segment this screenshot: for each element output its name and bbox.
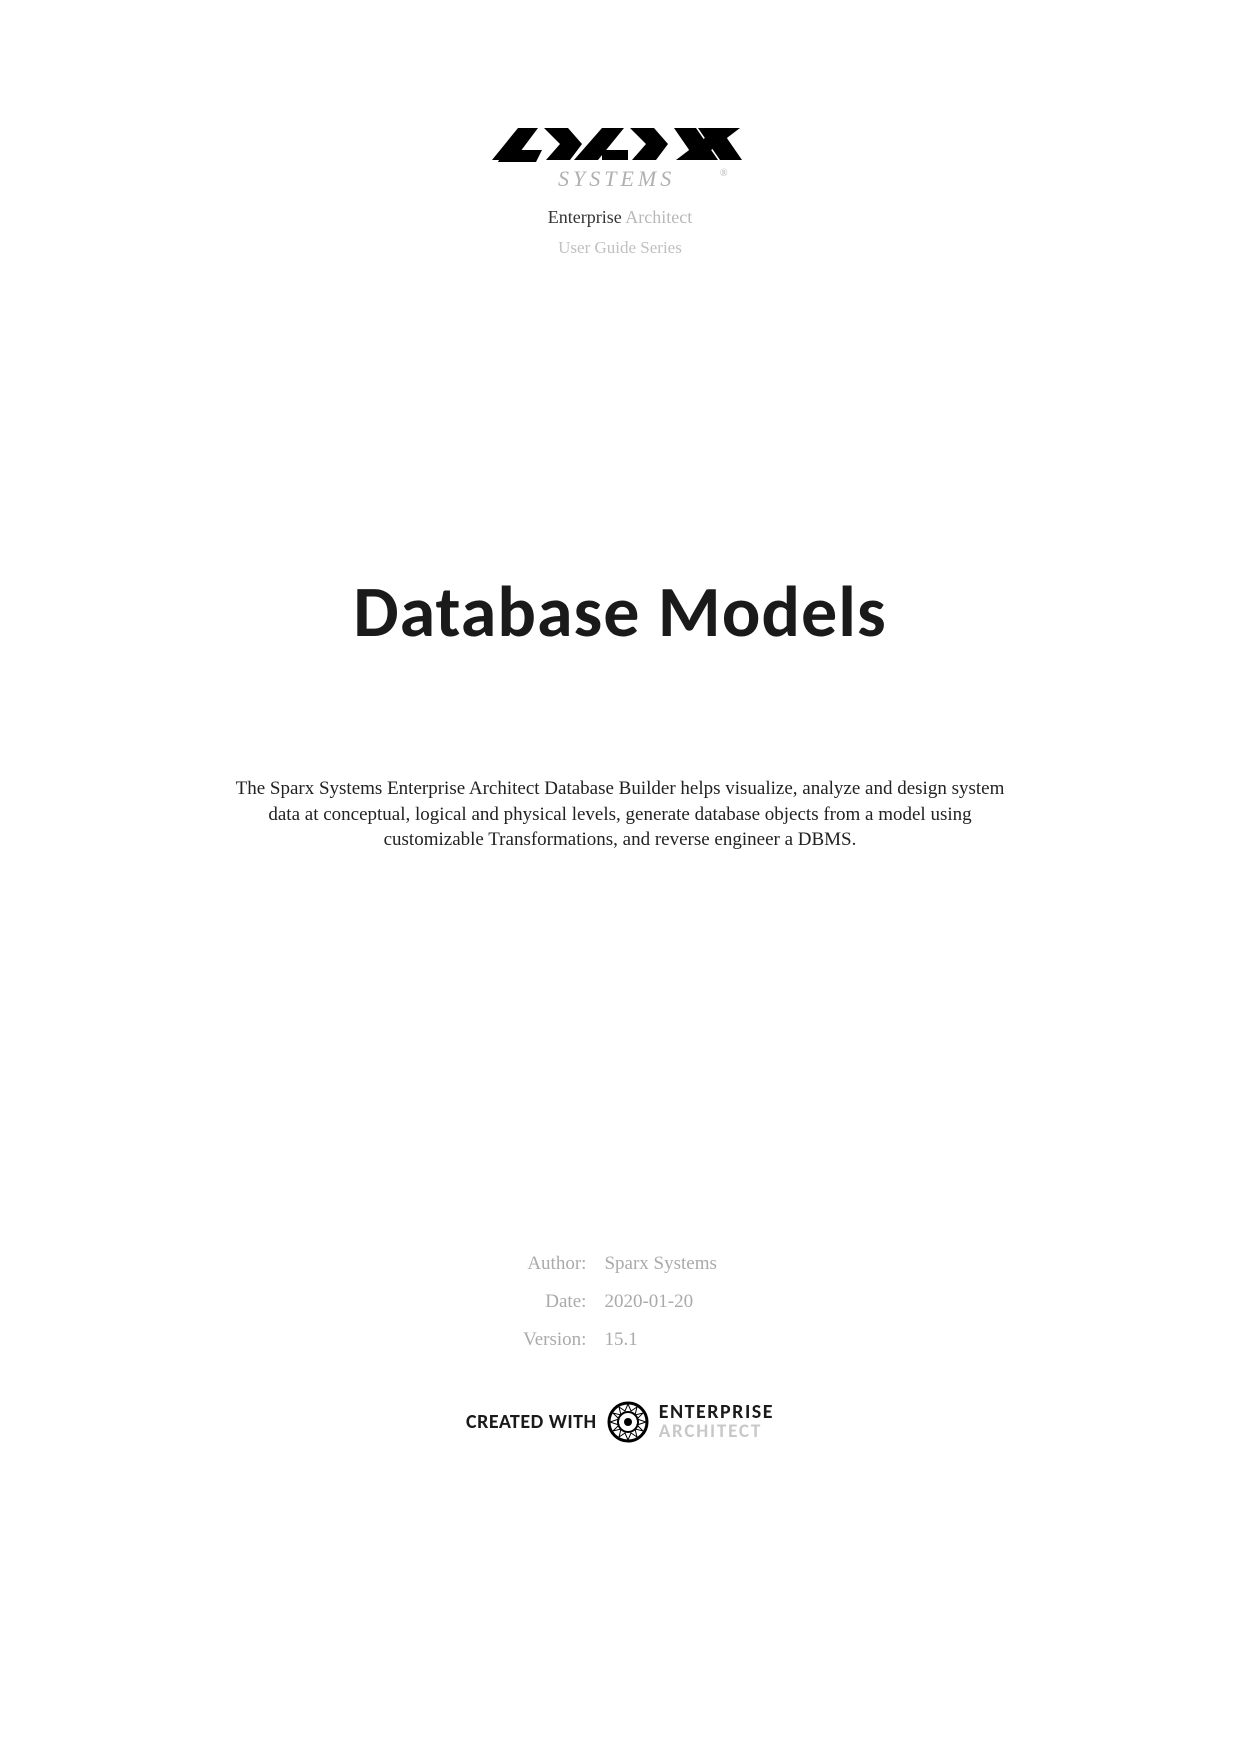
logo-block: SYSTEMS ® Enterprise Architect User Guid… bbox=[490, 120, 750, 258]
badge-text: ENTERPRISE ARCHITECT bbox=[659, 1402, 774, 1441]
created-with-label: CREATED WITH bbox=[466, 1410, 597, 1434]
version-label: Version: bbox=[523, 1329, 586, 1351]
enterprise-architect-badge-icon bbox=[607, 1401, 649, 1443]
version-value: 15.1 bbox=[604, 1329, 716, 1351]
svg-text:SYSTEMS: SYSTEMS bbox=[558, 166, 675, 191]
product-name-strong: Enterprise bbox=[548, 207, 622, 227]
badge-text-top: ENTERPRISE bbox=[659, 1402, 774, 1422]
document-title: Database Models bbox=[353, 568, 886, 656]
metadata-block: Author: Sparx Systems Date: 2020-01-20 V… bbox=[523, 1253, 717, 1351]
product-name-light: Architect bbox=[625, 207, 692, 227]
author-label: Author: bbox=[523, 1253, 586, 1275]
product-name: Enterprise Architect bbox=[548, 207, 692, 228]
date-label: Date: bbox=[523, 1291, 586, 1313]
badge-text-bottom: ARCHITECT bbox=[659, 1422, 774, 1441]
document-description: The Sparx Systems Enterprise Architect D… bbox=[230, 776, 1010, 853]
cover-page: SYSTEMS ® Enterprise Architect User Guid… bbox=[0, 0, 1240, 1752]
date-value: 2020-01-20 bbox=[604, 1291, 716, 1313]
svg-text:®: ® bbox=[720, 168, 728, 179]
footer-badge: CREATED WITH ENTERPRISE ARCHITECT bbox=[466, 1401, 774, 1443]
author-value: Sparx Systems bbox=[604, 1253, 716, 1275]
sparx-systems-logo-icon: SYSTEMS ® bbox=[490, 120, 750, 195]
series-label: User Guide Series bbox=[558, 238, 682, 258]
